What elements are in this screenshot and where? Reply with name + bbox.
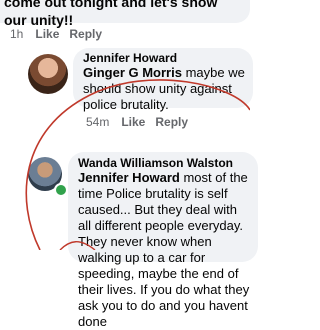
top-comment-reply-button[interactable]: Reply	[69, 27, 102, 41]
avatar[interactable]	[28, 54, 68, 94]
top-comment-text: come out tonight and let's show our unit…	[4, 0, 218, 28]
comment-actions-jennifer: 54m Like Reply	[86, 115, 198, 129]
top-comment-actions: 1h Like Reply	[10, 27, 112, 41]
comment-author-wanda[interactable]: Wanda Williamson Walston	[78, 156, 233, 170]
comment-text-jennifer: Ginger G Morris maybe we should show uni…	[83, 65, 253, 113]
top-comment-time[interactable]: 1h	[10, 27, 23, 41]
mention-link[interactable]: Ginger G Morris	[83, 65, 182, 80]
like-button[interactable]: Like	[121, 115, 145, 129]
top-comment-like-button[interactable]: Like	[35, 27, 59, 41]
comment-text-wanda: Jennifer Howard most of the time Police …	[78, 170, 250, 330]
comment-author-jennifer[interactable]: Jennifer Howard	[83, 51, 177, 65]
online-status-dot	[54, 183, 68, 197]
reply-button[interactable]: Reply	[155, 115, 188, 129]
comment-time[interactable]: 54m	[86, 115, 109, 129]
mention-link[interactable]: Jennifer Howard	[78, 170, 180, 185]
